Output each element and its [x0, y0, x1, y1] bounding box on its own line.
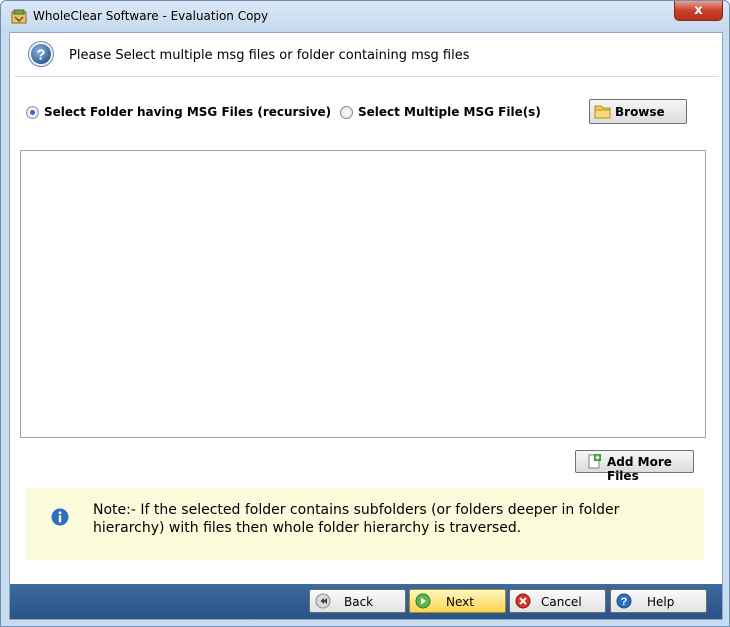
browse-label: Browse — [615, 105, 665, 119]
multiple-files-radio-label[interactable]: Select Multiple MSG File(s) — [358, 105, 541, 119]
help-icon: ? — [616, 593, 632, 609]
close-icon: x — [694, 3, 703, 18]
note-text: Note:- If the selected folder contains s… — [93, 502, 620, 536]
back-button[interactable]: Back — [309, 589, 406, 613]
svg-text:?: ? — [36, 47, 45, 64]
next-label: Next — [446, 595, 474, 609]
add-more-files-button[interactable]: Add More Files — [575, 450, 694, 483]
info-icon — [51, 508, 69, 526]
next-button[interactable]: Next — [409, 589, 506, 613]
instruction-text: Please Select multiple msg files or fold… — [69, 48, 470, 63]
help-label: Help — [647, 595, 675, 609]
instruction-header: ? Please Select multiple msg files or fo… — [14, 35, 719, 77]
source-type-options: Select Folder having MSG Files (recursiv… — [10, 99, 722, 125]
folder-radio[interactable] — [26, 106, 39, 119]
close-button[interactable]: x — [674, 1, 723, 21]
dialog-content: ? Please Select multiple msg files or fo… — [9, 32, 723, 620]
help-circle-icon: ? — [28, 41, 54, 67]
folder-radio-label[interactable]: Select Folder having MSG Files (recursiv… — [44, 105, 331, 119]
back-label: Back — [344, 595, 374, 609]
multiple-files-radio[interactable] — [340, 106, 353, 119]
window-title: WholeClear Software - Evaluation Copy — [33, 9, 269, 23]
app-window: WholeClear Software - Evaluation Copy x … — [0, 0, 730, 627]
add-more-files-label: Add More Files — [607, 455, 672, 483]
cancel-button[interactable]: Cancel — [509, 589, 606, 613]
wizard-footer: Back Next Cancel ? Help — [10, 584, 722, 619]
title-bar[interactable]: WholeClear Software - Evaluation Copy x — [1, 1, 729, 32]
app-logo-icon — [11, 9, 27, 24]
file-list[interactable] — [20, 150, 706, 438]
svg-text:?: ? — [621, 596, 628, 608]
next-arrow-icon — [415, 593, 431, 609]
browse-button[interactable]: Browse — [589, 99, 687, 124]
folder-icon — [594, 105, 611, 119]
help-button[interactable]: ? Help — [610, 589, 707, 613]
cancel-icon — [515, 593, 531, 609]
note-panel: Note:- If the selected folder contains s… — [26, 488, 704, 560]
back-arrow-icon — [315, 593, 331, 609]
cancel-label: Cancel — [541, 595, 582, 609]
add-file-icon — [588, 454, 601, 469]
